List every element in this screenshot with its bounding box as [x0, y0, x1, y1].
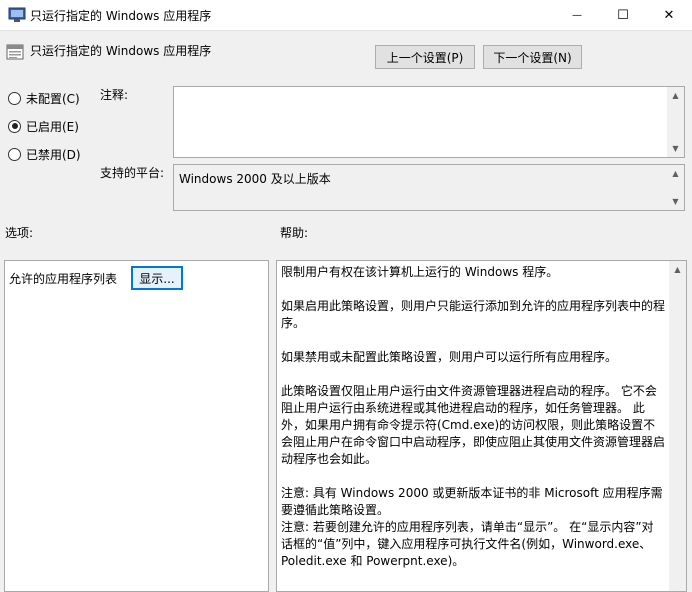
- help-panel: 限制用户有权在该计算机上运行的 Windows 程序。 如果启用此策略设置，则用…: [276, 260, 687, 592]
- radio-not-configured[interactable]: 未配置(C): [8, 88, 80, 108]
- help-paragraph: 如果禁用或未配置此策略设置，则用户可以运行所有应用程序。: [281, 350, 618, 364]
- radio-disabled[interactable]: 已禁用(D): [8, 144, 81, 164]
- policy-setting-icon: [6, 44, 24, 60]
- policy-name: 只运行指定的 Windows 应用程序: [30, 44, 212, 58]
- comment-scrollbar[interactable]: ▲ ▼: [667, 87, 684, 157]
- radio-label: 已启用(E): [26, 119, 79, 134]
- help-paragraph: 限制用户有权在该计算机上运行的 Windows 程序。: [281, 265, 559, 279]
- radio-label: 未配置(C): [26, 91, 80, 106]
- minimize-icon: —: [572, 9, 582, 21]
- scroll-up-icon[interactable]: ▲: [667, 87, 684, 104]
- platform-scrollbar[interactable]: ▲ ▼: [667, 165, 684, 210]
- platform-value: Windows 2000 及以上版本: [179, 172, 331, 186]
- show-list-button[interactable]: 显示...: [131, 266, 183, 290]
- scroll-down-icon[interactable]: ▼: [667, 140, 684, 157]
- scroll-down-icon[interactable]: ▼: [667, 193, 684, 210]
- previous-setting-button[interactable]: 上一个设置(P): [375, 45, 475, 69]
- window-title: 只运行指定的 Windows 应用程序: [30, 9, 212, 23]
- platform-field: Windows 2000 及以上版本 ▲ ▼: [173, 164, 685, 211]
- radio-circle: [8, 147, 21, 161]
- help-paragraph: 注意: 具有 Windows 2000 或更新版本证书的非 Microsoft …: [281, 486, 663, 517]
- close-button[interactable]: ✕: [646, 0, 692, 30]
- help-paragraph: 注意: 若要创建允许的应用程序列表，请单击“显示”。 在“显示内容”对话框的“值…: [281, 520, 654, 568]
- title-bar: 只运行指定的 Windows 应用程序 — ☐ ✕: [0, 0, 692, 31]
- minimize-button[interactable]: —: [554, 0, 600, 30]
- maximize-icon: ☐: [617, 7, 629, 23]
- help-text: 限制用户有权在该计算机上运行的 Windows 程序。 如果启用此策略设置，则用…: [281, 264, 665, 587]
- help-label: 帮助:: [280, 226, 309, 240]
- options-label: 选项:: [5, 226, 34, 240]
- radio-circle: [8, 119, 21, 133]
- close-icon: ✕: [663, 7, 675, 23]
- comment-textarea[interactable]: ▲ ▼: [173, 86, 685, 158]
- help-paragraph: 此策略设置仅阻止用户运行由文件资源管理器进程启动的程序。 它不会阻止用户运行由系…: [281, 384, 666, 466]
- help-scrollbar[interactable]: ▲: [669, 261, 686, 591]
- policy-editor-icon: [8, 7, 26, 22]
- platform-label: 支持的平台:: [100, 166, 165, 180]
- radio-label: 已禁用(D): [26, 147, 81, 162]
- allowed-apps-label: 允许的应用程序列表: [9, 272, 118, 286]
- options-panel: 允许的应用程序列表 显示...: [4, 260, 269, 592]
- comment-label: 注释:: [100, 88, 129, 102]
- scroll-up-icon[interactable]: ▲: [667, 165, 684, 182]
- radio-circle: [8, 91, 21, 105]
- maximize-button[interactable]: ☐: [600, 0, 646, 30]
- next-setting-button[interactable]: 下一个设置(N): [483, 45, 582, 69]
- help-paragraph: 如果启用此策略设置，则用户只能运行添加到允许的应用程序列表中的程序。: [281, 299, 666, 330]
- scroll-up-icon[interactable]: ▲: [669, 261, 686, 278]
- radio-enabled[interactable]: 已启用(E): [8, 116, 79, 136]
